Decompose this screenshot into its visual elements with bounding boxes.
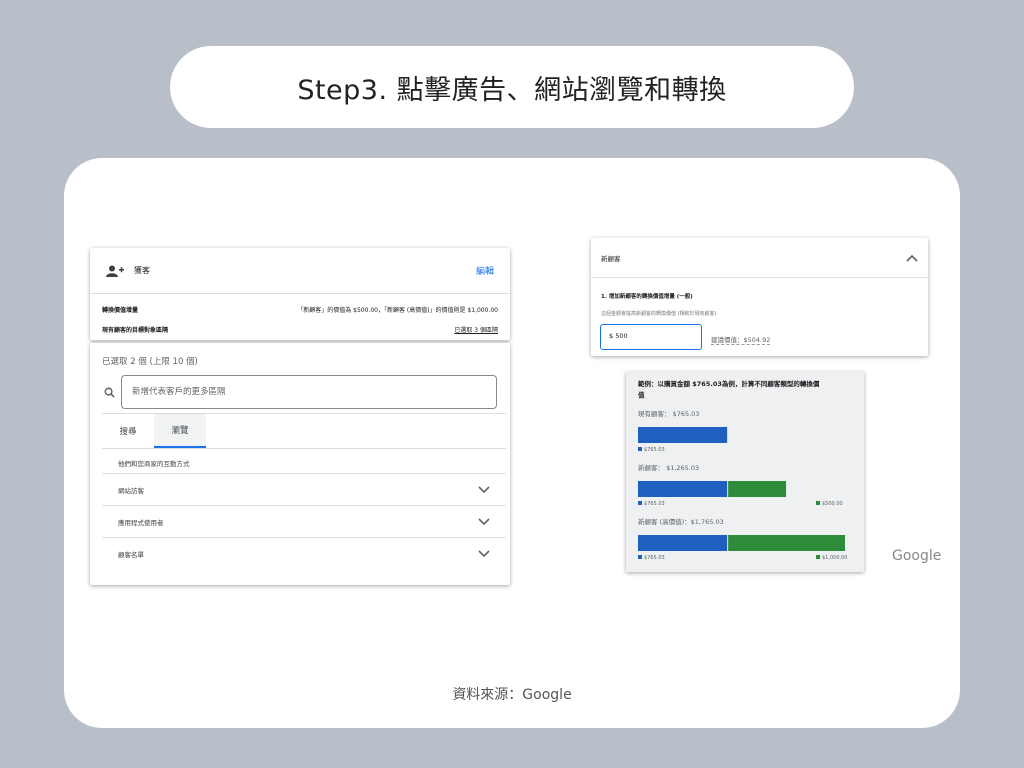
chart-value-label: $765.03 <box>644 447 665 453</box>
chevron-down-icon <box>478 549 490 557</box>
title-banner: Step3. 點擊廣告、網站瀏覽和轉換 <box>170 46 854 128</box>
selected-count: 已選取 2 個 (上限 10 個) <box>102 357 198 367</box>
value-increase-heading: 1. 增加新顧客的轉換價值增量 (一般) <box>601 294 693 300</box>
edit-link[interactable]: 編輯 <box>476 264 494 277</box>
chart-legend-marker <box>638 501 642 505</box>
value-row-label: 轉換價值增量 <box>102 306 139 314</box>
content-card: 獲客 編輯 轉換價值增量 「新顧客」的價值為 $500.00，「新顧客 (高價值… <box>64 158 960 728</box>
chart-group-label: 現有顧客： $765.03 <box>638 409 699 418</box>
chart-value-label: $500.00 <box>822 501 843 507</box>
tab-browse[interactable]: 瀏覽 <box>154 414 206 448</box>
chevron-up-icon[interactable] <box>906 254 918 262</box>
example-chart-panel: 範例：以購買金額 $765.03為例，計算不同顧客類型的轉換價值現有顧客： $7… <box>626 372 864 572</box>
chart-value-label: $1,000.00 <box>822 555 847 561</box>
chart-bar <box>638 481 728 497</box>
new-customer-header[interactable]: 新顧客 <box>591 238 928 278</box>
segment-search-input[interactable]: 新增代表客戶的更多區隔 <box>121 375 497 409</box>
value-increase-help: 這個金額會提高新顧客的轉換價值 (相較於現有顧客) <box>601 311 717 317</box>
chart-bar <box>638 427 728 443</box>
chart-legend-marker <box>816 555 820 559</box>
value-row-value: 「新顧客」的價值為 $500.00，「新顧客 (高價值)」的價值則是 $1,00… <box>297 306 498 314</box>
new-customer-title: 新顧客 <box>601 254 621 263</box>
segment-picker-panel: 已選取 2 個 (上限 10 個) 新增代表客戶的更多區隔 搜尋 瀏覽 他們和您… <box>90 343 510 585</box>
acquisition-title: 獲客 <box>134 266 150 275</box>
google-logo: Google <box>892 548 942 564</box>
suggested-value: 建議價值：$504.92 <box>711 336 771 345</box>
acquisition-header: 獲客 編輯 <box>90 248 510 294</box>
interaction-hint: 他們和您商家的互動方式 <box>118 460 190 468</box>
chart-bar <box>728 535 845 551</box>
list-item-label: 網站訪客 <box>118 486 144 495</box>
chart-value-label: $765.03 <box>644 501 665 507</box>
chart-legend-marker <box>816 501 820 505</box>
list-item-label: 顧客名單 <box>118 550 144 559</box>
chevron-down-icon <box>478 485 490 493</box>
page-title: Step3. 點擊廣告、網站瀏覽和轉換 <box>297 74 727 106</box>
chart-legend-marker <box>638 447 642 451</box>
chart-group-label: 新顧客： $1,265.03 <box>638 463 699 472</box>
person-add-icon <box>106 265 124 277</box>
example-chart: 範例：以購買金額 $765.03為例，計算不同顧客類型的轉換價值現有顧客： $7… <box>637 379 847 561</box>
chevron-down-icon <box>478 517 490 525</box>
value-row: 轉換價值增量 「新顧客」的價值為 $500.00，「新顧客 (高價值)」的價值則… <box>90 299 510 319</box>
value-amount-input[interactable]: $ 500 <box>600 324 702 350</box>
segment-row: 現有顧客的目標對象區隔 已選取 3 個區隔 <box>90 319 510 339</box>
list-item-customer-list[interactable]: 顧客名單 <box>102 537 506 569</box>
list-item-label: 應用程式使用者 <box>118 518 164 527</box>
tab-search[interactable]: 搜尋 <box>102 414 154 448</box>
list-item-website-visitors[interactable]: 網站訪客 <box>102 473 506 505</box>
acquisition-panel: 獲客 編輯 轉換價值增量 「新顧客」的價值為 $500.00，「新顧客 (高價值… <box>90 248 510 340</box>
tab-bar: 搜尋 瀏覽 <box>102 413 506 449</box>
new-customer-panel: 新顧客 1. 增加新顧客的轉換價值增量 (一般) 這個金額會提高新顧客的轉換價值… <box>591 238 928 356</box>
list-item-app-users[interactable]: 應用程式使用者 <box>102 505 506 537</box>
chart-group-label: 新顧客 (高價值)：$1,765.03 <box>638 517 724 526</box>
chart-title-cont: 值 <box>638 390 645 399</box>
chart-title: 範例：以購買金額 $765.03為例，計算不同顧客類型的轉換價 <box>637 379 820 388</box>
chart-value-label: $765.03 <box>644 555 665 561</box>
source-caption: 資料來源：Google <box>452 687 572 703</box>
search-icon <box>104 387 115 398</box>
chart-bar <box>638 535 728 551</box>
segment-row-label: 現有顧客的目標對象區隔 <box>102 326 169 334</box>
segment-row-value[interactable]: 已選取 3 個區隔 <box>454 325 498 334</box>
chart-bar <box>728 481 787 497</box>
chart-legend-marker <box>638 555 642 559</box>
